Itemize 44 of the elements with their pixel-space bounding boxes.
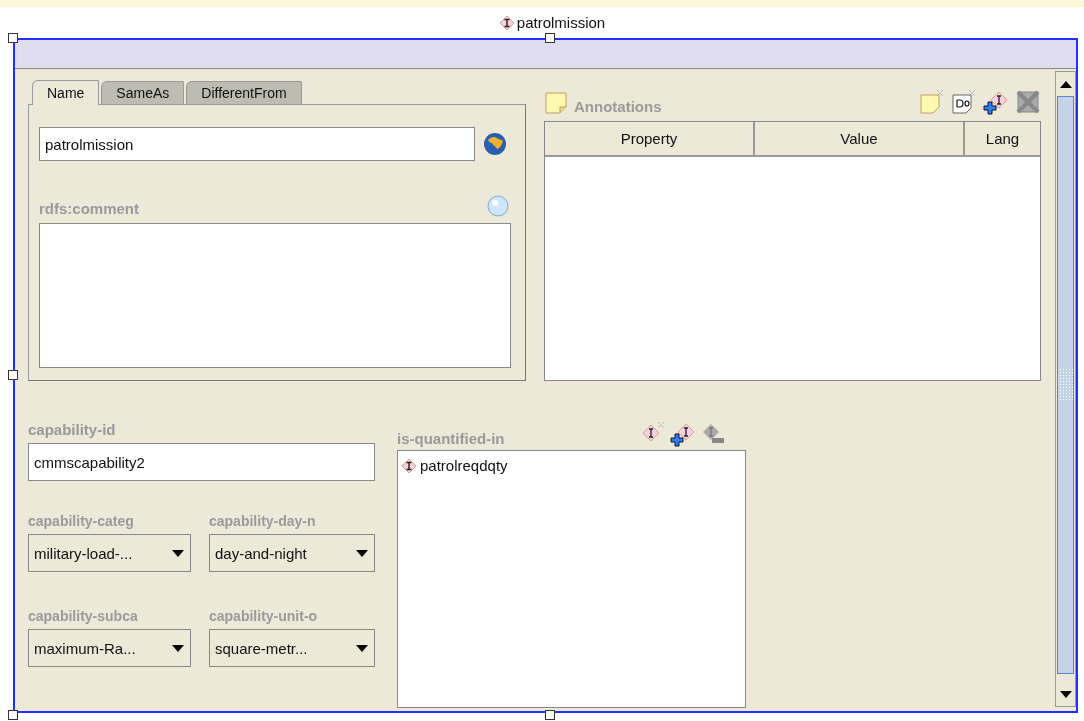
scrollbar[interactable] [1055,71,1076,707]
window-title: patrolmission [516,14,606,31]
caret-icon [172,549,184,557]
dropdown[interactable]: day-and-night [209,534,375,572]
dropdown[interactable]: military-load-... [28,534,191,572]
individual-icon [498,14,515,31]
individual-icon [401,457,417,474]
dropdown[interactable]: maximum-Ra... [28,629,191,667]
down-arrow-icon [1059,690,1072,698]
resize-handle[interactable] [8,370,18,380]
field-label: is-quantified-in [397,430,505,447]
field-label: capability-day-n [209,513,317,529]
dropdown[interactable]: square-metr... [209,629,375,667]
resize-handle[interactable] [8,710,18,720]
resize-handle[interactable] [545,33,555,43]
caret-icon [172,644,184,652]
delete-icon[interactable] [1015,89,1041,115]
column-header[interactable]: Value [755,122,965,155]
comment-field[interactable] [39,223,511,368]
add-document-icon[interactable] [951,89,977,115]
note-icon [544,91,568,115]
caret-icon [356,644,368,652]
field-label: capability-unit-o [209,608,319,624]
column-header[interactable]: Property [545,122,755,155]
add-individual-icon[interactable] [670,421,696,447]
scrollbar-thumb[interactable] [1057,96,1074,674]
up-arrow-icon [1059,80,1072,88]
comment-label: rdfs:comment [39,200,139,217]
list-item[interactable]: patrolreqdqty [420,457,508,474]
tab[interactable]: SameAs [101,81,185,104]
name-field[interactable]: patrolmission [39,127,475,161]
tab[interactable]: DifferentFrom [186,81,302,104]
resize-handle[interactable] [545,710,555,720]
tab[interactable]: Name [32,80,100,105]
globe-icon[interactable] [483,132,507,156]
annotations-label: Annotations [574,98,662,115]
field-label: capability-subca [28,608,139,624]
caret-icon [356,549,368,557]
field-label: capability-categ [28,513,135,529]
capability-id-field[interactable]: cmmscapability2 [28,443,375,481]
column-header[interactable]: Lang [965,122,1040,155]
add-individual-icon[interactable] [983,89,1009,115]
resize-handle[interactable] [8,33,18,43]
field-label: capability-id [28,421,117,438]
